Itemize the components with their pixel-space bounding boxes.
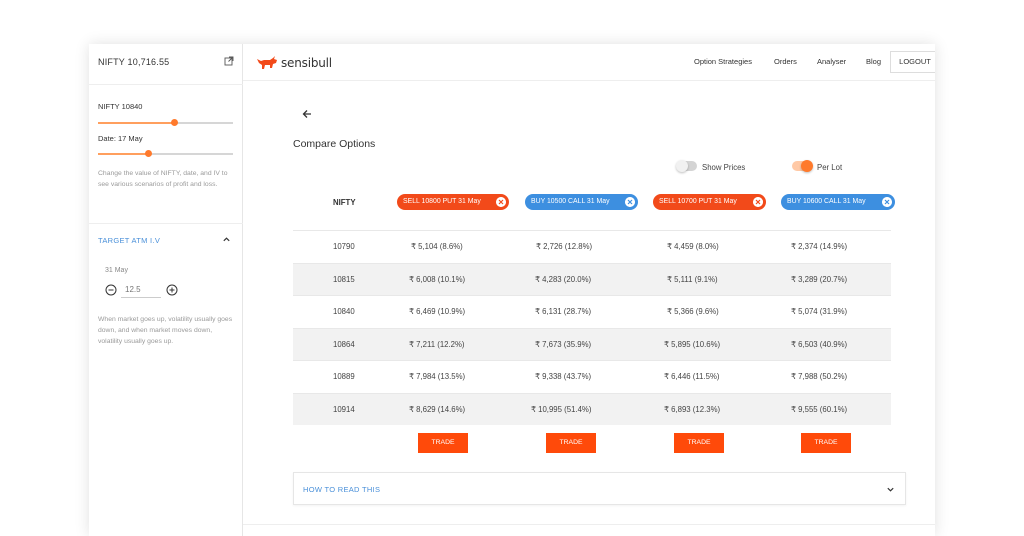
value-cell: ₹ 5,074 (31.9%) bbox=[791, 307, 848, 316]
table-row: 10889 ₹ 7,984 (13.5%) ₹ 9,338 (43.7%) ₹ … bbox=[293, 360, 891, 393]
nifty-cell: 10840 bbox=[333, 307, 355, 316]
value-cell: ₹ 6,008 (10.1%) bbox=[409, 274, 466, 284]
sidebar-divider bbox=[89, 84, 243, 85]
target-atm-iv-header[interactable]: TARGET ATM I.V bbox=[98, 236, 160, 245]
scenario-help-text: Change the value of NIFTY, date, and IV … bbox=[98, 170, 228, 188]
value-cell: ₹ 7,984 (13.5%) bbox=[409, 372, 466, 381]
value-cell: ₹ 10,995 (51.4%) bbox=[531, 404, 592, 414]
nifty-index-value: NIFTY 10,716.55 bbox=[98, 57, 170, 67]
arrow-left-icon[interactable] bbox=[301, 108, 313, 120]
logout-button[interactable]: LOGOUT bbox=[890, 51, 935, 73]
trade-button[interactable]: TRADE bbox=[546, 433, 596, 453]
value-cell: ₹ 4,459 (8.0%) bbox=[667, 242, 719, 251]
nifty-cell: 10790 bbox=[333, 242, 355, 251]
nav-option-strategies[interactable]: Option Strategies bbox=[694, 57, 752, 66]
value-cell: ₹ 6,131 (28.7%) bbox=[535, 307, 592, 316]
volatility-note: When market goes up, volatility usually … bbox=[98, 316, 233, 345]
value-cell: ₹ 6,503 (40.9%) bbox=[791, 339, 848, 349]
brand-logo[interactable]: sensibull bbox=[256, 53, 332, 73]
nifty-cell: 10914 bbox=[333, 404, 355, 414]
option-chip-label: BUY 10600 CALL 31 May bbox=[787, 198, 866, 205]
date-slider-fill bbox=[98, 153, 148, 155]
show-prices-label: Show Prices bbox=[702, 163, 746, 172]
close-circle-icon[interactable] bbox=[882, 197, 892, 207]
nav-orders[interactable]: Orders bbox=[774, 57, 797, 66]
option-chip-label: SELL 10800 PUT 31 May bbox=[403, 198, 481, 205]
how-to-read-label: HOW TO READ THIS bbox=[303, 485, 381, 494]
external-link-icon[interactable] bbox=[224, 56, 234, 66]
value-cell: ₹ 6,893 (12.3%) bbox=[664, 404, 721, 414]
date-slider[interactable] bbox=[98, 150, 233, 157]
table-row: 10864 ₹ 7,211 (12.2%) ₹ 7,673 (35.9%) ₹ … bbox=[293, 327, 891, 360]
table-row: 10815 ₹ 6,008 (10.1%) ₹ 4,283 (20.0%) ₹ … bbox=[293, 262, 891, 295]
close-circle-icon[interactable] bbox=[625, 197, 635, 207]
option-chip-buy-10600-call[interactable]: BUY 10600 CALL 31 May bbox=[781, 194, 895, 210]
value-cell: ₹ 5,366 (9.6%) bbox=[667, 307, 719, 316]
nifty-slider-thumb[interactable] bbox=[171, 119, 178, 126]
nifty-cell: 10889 bbox=[333, 372, 355, 381]
chevron-up-icon[interactable] bbox=[222, 235, 231, 244]
how-to-read-accordion[interactable]: HOW TO READ THIS bbox=[293, 472, 906, 505]
bull-logo-icon bbox=[257, 56, 277, 69]
close-circle-icon[interactable] bbox=[753, 197, 763, 207]
table-row: 10914 ₹ 8,629 (14.6%) ₹ 10,995 (51.4%) ₹… bbox=[293, 392, 891, 425]
value-cell: ₹ 9,338 (43.7%) bbox=[535, 372, 592, 381]
option-chip-label: SELL 10700 PUT 31 May bbox=[659, 198, 737, 205]
value-cell: ₹ 6,446 (11.5%) bbox=[664, 372, 720, 381]
sidebar-divider bbox=[89, 223, 243, 224]
trade-button[interactable]: TRADE bbox=[674, 433, 724, 453]
atm-expiry-date: 31 May bbox=[105, 267, 128, 274]
value-cell: ₹ 6,469 (10.9%) bbox=[409, 307, 466, 316]
table-row: 10790 ₹ 5,104 (8.6%) ₹ 2,726 (12.8%) ₹ 4… bbox=[293, 230, 891, 263]
show-prices-toggle[interactable] bbox=[676, 160, 697, 172]
toggle-knob bbox=[801, 160, 813, 172]
value-cell: ₹ 2,374 (14.9%) bbox=[791, 242, 848, 251]
option-chip-sell-10700-put[interactable]: SELL 10700 PUT 31 May bbox=[653, 194, 766, 210]
nifty-column-header: NIFTY bbox=[333, 198, 356, 207]
value-cell: ₹ 2,726 (12.8%) bbox=[536, 242, 593, 251]
trade-button[interactable]: TRADE bbox=[418, 433, 468, 453]
nav-analyser[interactable]: Analyser bbox=[817, 57, 846, 66]
nifty-slider[interactable] bbox=[98, 119, 233, 126]
close-circle-icon[interactable] bbox=[496, 197, 506, 207]
table-row: 10840 ₹ 6,469 (10.9%) ₹ 6,131 (28.7%) ₹ … bbox=[293, 295, 891, 328]
value-cell: ₹ 5,104 (8.6%) bbox=[411, 242, 463, 251]
app-window: NIFTY 10,716.55 NIFTY 10840 Date: 17 May… bbox=[89, 44, 935, 536]
per-lot-toggle[interactable] bbox=[792, 160, 813, 172]
value-cell: ₹ 5,111 (9.1%) bbox=[667, 274, 718, 284]
nifty-slider-label: NIFTY 10840 bbox=[98, 102, 143, 111]
per-lot-label: Per Lot bbox=[817, 163, 843, 172]
value-cell: ₹ 7,673 (35.9%) bbox=[535, 339, 592, 349]
option-chip-label: BUY 10500 CALL 31 May bbox=[531, 198, 610, 205]
value-cell: ₹ 7,988 (50.2%) bbox=[791, 372, 848, 381]
value-cell: ₹ 4,283 (20.0%) bbox=[535, 274, 592, 284]
value-cell: ₹ 8,629 (14.6%) bbox=[409, 404, 466, 414]
nifty-cell: 10864 bbox=[333, 339, 355, 349]
minus-circle-icon[interactable] bbox=[105, 284, 117, 296]
sidebar: NIFTY 10,716.55 NIFTY 10840 Date: 17 May… bbox=[89, 44, 243, 536]
value-cell: ₹ 5,895 (10.6%) bbox=[664, 339, 721, 349]
compare-options-table: 10790 ₹ 5,104 (8.6%) ₹ 2,726 (12.8%) ₹ 4… bbox=[293, 230, 891, 425]
value-cell: ₹ 3,289 (20.7%) bbox=[791, 274, 848, 284]
toggle-knob bbox=[676, 160, 688, 172]
nifty-cell: 10815 bbox=[333, 274, 355, 284]
nav-blog[interactable]: Blog bbox=[866, 57, 881, 66]
chevron-down-icon[interactable] bbox=[886, 485, 895, 494]
iv-input[interactable] bbox=[121, 282, 161, 298]
nifty-slider-fill bbox=[98, 122, 174, 124]
date-slider-label: Date: 17 May bbox=[98, 134, 143, 143]
plus-circle-icon[interactable] bbox=[166, 284, 178, 296]
brand-name: sensibull bbox=[281, 56, 332, 70]
value-cell: ₹ 9,555 (60.1%) bbox=[791, 404, 848, 414]
value-cell: ₹ 7,211 (12.2%) bbox=[409, 339, 465, 349]
date-slider-thumb[interactable] bbox=[145, 150, 152, 157]
trade-button[interactable]: TRADE bbox=[801, 433, 851, 453]
page-title: Compare Options bbox=[293, 138, 376, 150]
option-chip-buy-10500-call[interactable]: BUY 10500 CALL 31 May bbox=[525, 194, 638, 210]
footer-divider bbox=[243, 524, 935, 525]
option-chip-sell-10800-put[interactable]: SELL 10800 PUT 31 May bbox=[397, 194, 509, 210]
top-navigation: sensibull Option Strategies Orders Analy… bbox=[243, 44, 935, 81]
